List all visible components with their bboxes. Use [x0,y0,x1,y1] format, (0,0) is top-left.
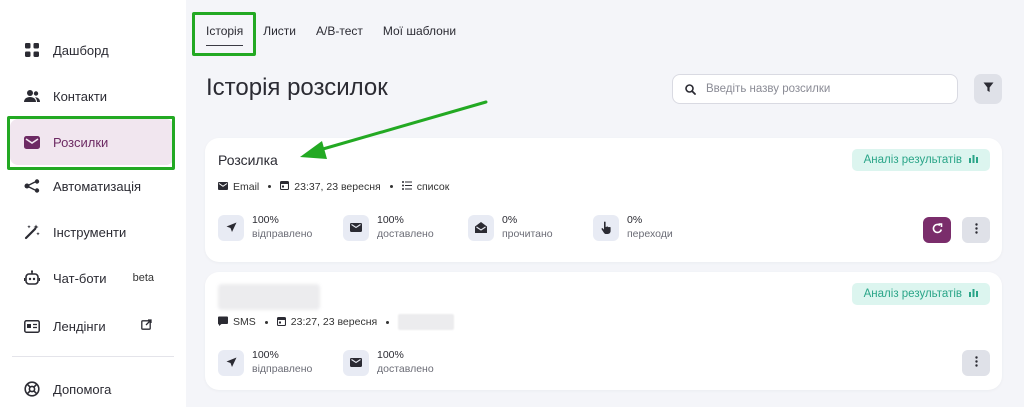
sidebar-item-label: Автоматизація [53,178,141,194]
stat-clicks: 0% переходи [593,214,718,241]
list-icon [401,180,412,193]
stat-label: відправлено [252,363,313,375]
campaign-title-redacted [218,284,320,310]
campaign-card[interactable]: SMS 23:27, 23 вересня Аналіз результатів… [205,272,1002,390]
search-input[interactable]: Введіть назву розсилки [672,74,958,104]
more-options-button[interactable] [962,350,990,376]
filter-icon [983,80,994,98]
campaign-channel: SMS [233,316,256,328]
campaign-stats: 100% відправлено 100% доставлено [218,349,468,376]
more-vertical-icon [974,221,978,239]
campaign-list: список [416,180,450,193]
filter-button[interactable] [974,74,1002,104]
refresh-icon [932,221,943,239]
stat-sent: 100% відправлено [218,214,343,241]
stat-label: відправлено [252,228,313,240]
stat-delivered: 100% доставлено [343,349,468,376]
stat-value: 0% [627,214,643,226]
calendar-icon [280,180,290,193]
envelope-icon [343,349,369,376]
pointer-hand-icon [593,214,619,241]
sidebar-item-label: Контакти [53,88,108,104]
campaign-datetime: 23:37, 23 вересня [294,180,381,193]
more-vertical-icon [974,354,978,372]
sidebar: Дашборд Контакти Розсилки Автоматизація … [0,0,186,407]
campaign-channel: Email [233,180,260,193]
annotation-highlight-sidebar [7,116,175,170]
sidebar-item-label: Допомога [53,381,112,397]
envelope-icon [343,214,369,241]
bar-chart-icon [969,154,978,166]
search-icon [685,83,696,95]
stat-value: 0% [502,214,518,226]
sidebar-item-label: Чат-боти [53,270,107,286]
send-icon [218,214,244,241]
analyze-results-button[interactable]: Аналіз результатів [851,149,990,171]
magic-wand-icon [24,224,40,240]
campaign-card[interactable]: Розсилка Email 23:37, 23 вересня список … [205,138,1002,262]
stat-value: 100% [252,214,279,226]
stat-value: 100% [252,349,279,361]
bar-chart-icon [969,288,978,300]
sidebar-divider [12,356,174,357]
contacts-people-icon [24,88,40,104]
separator-dot [386,320,390,324]
landing-page-icon [24,318,40,334]
analyze-results-label: Аналіз результатів [863,288,962,300]
annotation-highlight-tab [192,12,256,56]
campaign-datetime: 23:27, 23 вересня [290,316,378,328]
stat-label: доставлено [377,363,434,375]
campaign-stats: 100% відправлено 100% доставлено 0% прочита… [218,214,718,241]
stat-delivered: 100% доставлено [343,214,468,241]
stat-sent: 100% відправлено [218,349,343,376]
envelope-icon [218,181,228,193]
search-placeholder: Введіть назву розсилки [706,83,831,95]
open-envelope-icon [468,214,494,241]
chat-bubble-icon [218,316,228,329]
tab-letters[interactable]: Листи [253,14,306,48]
robot-icon [24,270,40,286]
dashboard-grid-icon [24,42,40,58]
page-title: Історія розсилок [206,74,388,101]
sidebar-item-label: Лендінги [53,318,106,334]
separator-dot [389,185,393,188]
help-lifebuoy-icon [24,381,40,397]
calendar-icon [276,316,286,329]
stat-value: 100% [377,349,404,361]
tab-my-templates[interactable]: Мої шаблони [373,14,466,48]
refresh-button[interactable] [923,217,951,243]
stat-opened: 0% прочитано [468,214,593,241]
stat-value: 100% [377,214,404,226]
sidebar-item-tools[interactable]: Інструменти [10,209,174,255]
more-options-button[interactable] [962,217,990,243]
campaign-meta: Email 23:37, 23 вересня список [218,180,449,193]
stat-label: переходи [627,228,673,240]
automation-nodes-icon [24,178,40,194]
stat-label: прочитано [502,228,553,240]
sidebar-item-label: Дашборд [53,42,109,58]
sidebar-item-chatbots[interactable]: Чат-боти beta [10,255,174,301]
separator-dot [268,185,272,188]
external-link-icon [141,319,152,333]
beta-badge: beta [132,272,154,284]
tab-ab-test[interactable]: A/B-тест [306,14,373,48]
sidebar-item-contacts[interactable]: Контакти [10,73,174,119]
separator-dot [264,320,268,324]
campaign-title: Розсилка [218,152,278,168]
send-icon [218,349,244,376]
sidebar-item-landings[interactable]: Лендінги [10,303,174,349]
sidebar-item-label: Інструменти [53,224,127,240]
stat-label: доставлено [377,228,434,240]
campaign-list-redacted [398,314,455,330]
analyze-results-button[interactable]: Аналіз результатів [851,283,990,305]
campaign-meta: SMS 23:27, 23 вересня [218,314,455,330]
analyze-results-label: Аналіз результатів [863,154,962,166]
sidebar-item-dashboard[interactable]: Дашборд [10,27,174,73]
sidebar-item-help[interactable]: Допомога [10,366,174,407]
